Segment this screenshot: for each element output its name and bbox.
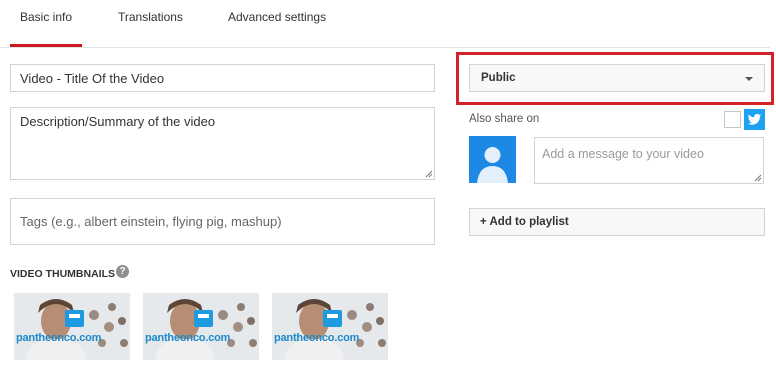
question-mark-icon[interactable]: ? (116, 265, 129, 278)
active-tab-indicator (10, 44, 82, 47)
avatar (469, 136, 516, 183)
description-textarea[interactable]: Description/Summary of the video (10, 107, 435, 180)
tab-translations[interactable]: Translations (118, 10, 183, 24)
privacy-dropdown[interactable]: Public (469, 64, 765, 92)
twitter-icon[interactable] (744, 109, 765, 130)
video-thumbnail-1[interactable]: pantheonco.com (14, 293, 130, 360)
add-to-playlist-button[interactable]: + Add to playlist (469, 208, 765, 236)
video-thumbnail-3[interactable]: pantheonco.com (272, 293, 388, 360)
share-checkbox[interactable] (724, 111, 741, 128)
thumbnail-watermark: pantheonco.com (16, 332, 102, 344)
also-share-on-label: Also share on (469, 113, 540, 125)
video-thumbnails-label: VIDEO THUMBNAILS (10, 268, 115, 280)
tags-input[interactable] (10, 198, 435, 245)
share-message-textarea[interactable] (534, 137, 764, 184)
tab-bar: Basic info Translations Advanced setting… (0, 0, 770, 48)
tab-basic-info[interactable]: Basic info (20, 10, 72, 24)
thumbnail-watermark: pantheonco.com (145, 332, 231, 344)
chevron-down-icon (745, 77, 753, 81)
tab-advanced-settings[interactable]: Advanced settings (228, 10, 326, 24)
thumbnail-watermark: pantheonco.com (274, 332, 360, 344)
privacy-selected-value: Public (481, 72, 516, 84)
video-thumbnail-2[interactable]: pantheonco.com (143, 293, 259, 360)
title-input[interactable] (10, 64, 435, 92)
